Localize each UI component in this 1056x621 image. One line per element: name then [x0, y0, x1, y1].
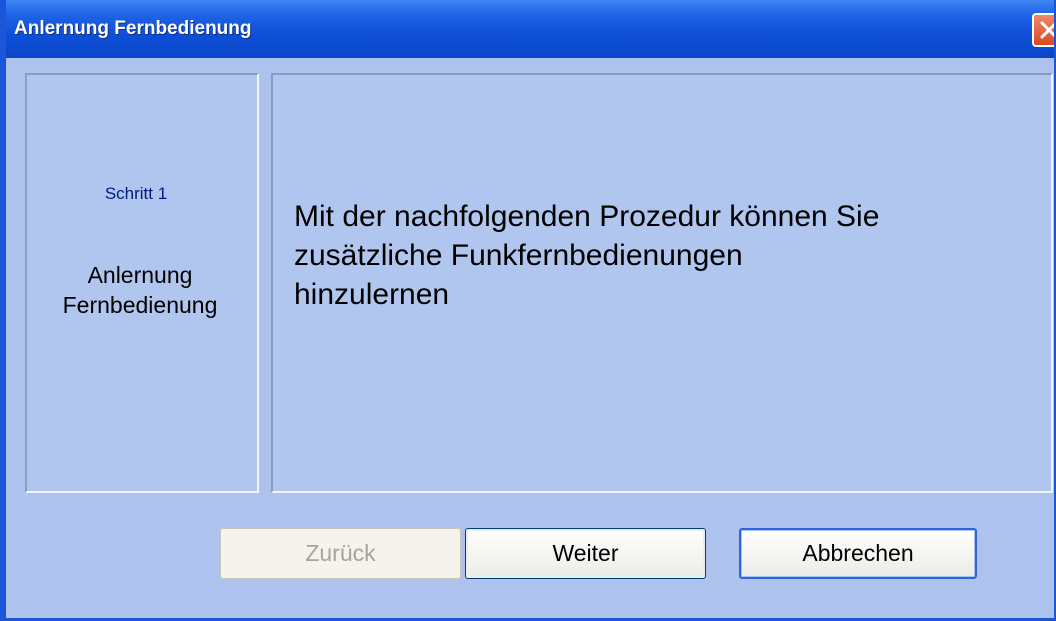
back-button[interactable]: Zurück: [220, 528, 461, 579]
title-bar[interactable]: Anlernung Fernbedienung: [6, 0, 1054, 58]
step-name-line2: Fernbedienung: [62, 292, 218, 318]
next-button[interactable]: Weiter: [465, 528, 706, 579]
window-title: Anlernung Fernbedienung: [14, 18, 252, 39]
dialog-content: Schritt 1 Anlernung Fernbedienung Mit de…: [6, 58, 1054, 618]
message-panel: Mit der nachfolgenden Prozedur können Si…: [271, 73, 1053, 493]
dialog-window: Anlernung Fernbedienung Schritt 1 Anlern…: [0, 0, 1056, 621]
close-button[interactable]: [1032, 13, 1054, 47]
message-line1: Mit der nachfolgenden Prozedur können Si…: [294, 200, 880, 233]
message-text: Mit der nachfolgenden Prozedur können Si…: [294, 197, 1014, 314]
step-panel: Schritt 1 Anlernung Fernbedienung: [25, 73, 259, 493]
cancel-button[interactable]: Abbrechen: [739, 528, 977, 579]
message-line3: hinzulernen: [294, 278, 450, 311]
step-name-line1: Anlernung: [87, 262, 193, 288]
step-name: Anlernung Fernbedienung: [27, 260, 253, 320]
close-icon: [1040, 21, 1054, 39]
message-line2: zusätzliche Funkfernbedienungen: [294, 239, 743, 272]
step-label: Schritt 1: [104, 184, 168, 203]
